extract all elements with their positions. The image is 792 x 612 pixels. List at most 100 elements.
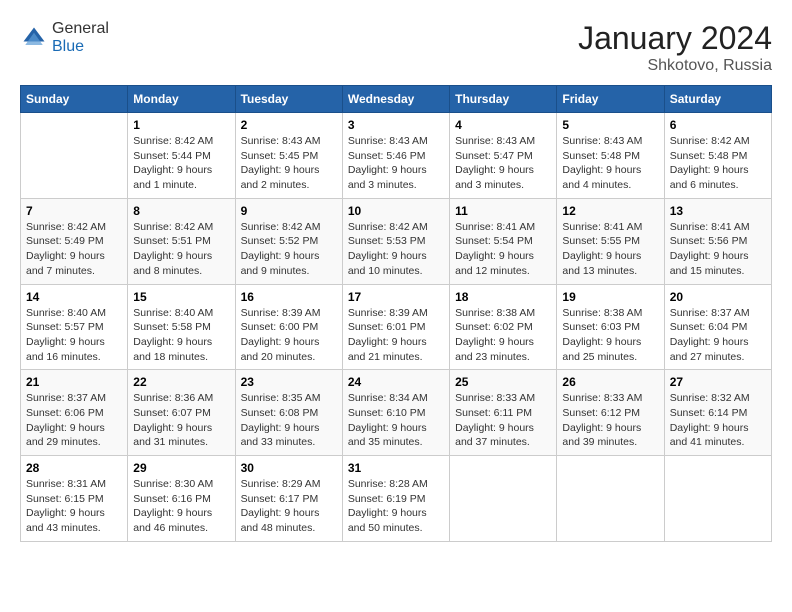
day-info: Sunrise: 8:31 AMSunset: 6:15 PMDaylight:… xyxy=(26,477,122,536)
day-number: 7 xyxy=(26,204,122,218)
calendar-week-row: 21 Sunrise: 8:37 AMSunset: 6:06 PMDayligh… xyxy=(21,370,772,456)
day-number: 6 xyxy=(670,118,766,132)
weekday-header-row: SundayMondayTuesdayWednesdayThursdayFrid… xyxy=(21,86,772,113)
day-number: 9 xyxy=(241,204,337,218)
day-number: 25 xyxy=(455,375,551,389)
calendar-cell: 18 Sunrise: 8:38 AMSunset: 6:02 PMDayligh… xyxy=(450,284,557,370)
day-info: Sunrise: 8:35 AMSunset: 6:08 PMDaylight:… xyxy=(241,391,337,450)
day-info: Sunrise: 8:40 AMSunset: 5:57 PMDaylight:… xyxy=(26,306,122,365)
day-info: Sunrise: 8:41 AMSunset: 5:54 PMDaylight:… xyxy=(455,220,551,279)
calendar-cell: 2 Sunrise: 8:43 AMSunset: 5:45 PMDaylight… xyxy=(235,113,342,199)
day-number: 8 xyxy=(133,204,229,218)
calendar-cell: 24 Sunrise: 8:34 AMSunset: 6:10 PMDayligh… xyxy=(342,370,449,456)
page-header: General Blue January 2024 Shkotovo, Russ… xyxy=(20,20,772,75)
day-number: 21 xyxy=(26,375,122,389)
day-info: Sunrise: 8:33 AMSunset: 6:11 PMDaylight:… xyxy=(455,391,551,450)
weekday-header: Thursday xyxy=(450,86,557,113)
calendar-cell: 31 Sunrise: 8:28 AMSunset: 6:19 PMDayligh… xyxy=(342,456,449,542)
day-info: Sunrise: 8:33 AMSunset: 6:12 PMDaylight:… xyxy=(562,391,658,450)
day-number: 11 xyxy=(455,204,551,218)
day-number: 27 xyxy=(670,375,766,389)
day-number: 12 xyxy=(562,204,658,218)
day-number: 10 xyxy=(348,204,444,218)
day-number: 13 xyxy=(670,204,766,218)
day-number: 31 xyxy=(348,461,444,475)
calendar-cell: 1Sunrise: 8:42 AMSunset: 5:44 PMDaylight… xyxy=(128,113,235,199)
calendar-cell: 17 Sunrise: 8:39 AMSunset: 6:01 PMDayligh… xyxy=(342,284,449,370)
day-number: 26 xyxy=(562,375,658,389)
calendar-cell: 4 Sunrise: 8:43 AMSunset: 5:47 PMDaylight… xyxy=(450,113,557,199)
calendar-cell: 19Sunrise: 8:38 AMSunset: 6:03 PMDayligh… xyxy=(557,284,664,370)
weekday-header: Sunday xyxy=(21,86,128,113)
calendar-table: SundayMondayTuesdayWednesdayThursdayFrid… xyxy=(20,85,772,542)
calendar-cell: 6 Sunrise: 8:42 AMSunset: 5:48 PMDaylight… xyxy=(664,113,771,199)
day-number: 28 xyxy=(26,461,122,475)
calendar-cell: 10 Sunrise: 8:42 AMSunset: 5:53 PMDayligh… xyxy=(342,198,449,284)
logo-general-text: General xyxy=(52,20,109,37)
calendar-cell: 22Sunrise: 8:36 AMSunset: 6:07 PMDayligh… xyxy=(128,370,235,456)
day-info: Sunrise: 8:39 AMSunset: 6:01 PMDaylight:… xyxy=(348,306,444,365)
title-block: January 2024 Shkotovo, Russia xyxy=(578,20,772,75)
weekday-header: Saturday xyxy=(664,86,771,113)
day-number: 29 xyxy=(133,461,229,475)
day-info: Sunrise: 8:42 AMSunset: 5:51 PMDaylight:… xyxy=(133,220,229,279)
calendar-week-row: 1Sunrise: 8:42 AMSunset: 5:44 PMDaylight… xyxy=(21,113,772,199)
day-info: Sunrise: 8:34 AMSunset: 6:10 PMDaylight:… xyxy=(348,391,444,450)
day-info: Sunrise: 8:32 AMSunset: 6:14 PMDaylight:… xyxy=(670,391,766,450)
calendar-week-row: 14Sunrise: 8:40 AMSunset: 5:57 PMDayligh… xyxy=(21,284,772,370)
day-info: Sunrise: 8:42 AMSunset: 5:44 PMDaylight:… xyxy=(133,134,229,193)
calendar-cell: 7 Sunrise: 8:42 AMSunset: 5:49 PMDaylight… xyxy=(21,198,128,284)
month-year-title: January 2024 xyxy=(578,20,772,57)
calendar-cell xyxy=(21,113,128,199)
calendar-cell: 8 Sunrise: 8:42 AMSunset: 5:51 PMDaylight… xyxy=(128,198,235,284)
calendar-cell: 14Sunrise: 8:40 AMSunset: 5:57 PMDayligh… xyxy=(21,284,128,370)
day-info: Sunrise: 8:42 AMSunset: 5:49 PMDaylight:… xyxy=(26,220,122,279)
calendar-cell: 21 Sunrise: 8:37 AMSunset: 6:06 PMDayligh… xyxy=(21,370,128,456)
weekday-header: Friday xyxy=(557,86,664,113)
calendar-cell: 26 Sunrise: 8:33 AMSunset: 6:12 PMDayligh… xyxy=(557,370,664,456)
day-number: 16 xyxy=(241,290,337,304)
logo-text: General Blue xyxy=(52,20,109,56)
day-number: 20 xyxy=(670,290,766,304)
day-info: Sunrise: 8:37 AMSunset: 6:06 PMDaylight:… xyxy=(26,391,122,450)
day-info: Sunrise: 8:39 AMSunset: 6:00 PMDaylight:… xyxy=(241,306,337,365)
calendar-cell xyxy=(450,456,557,542)
day-info: Sunrise: 8:42 AMSunset: 5:53 PMDaylight:… xyxy=(348,220,444,279)
day-info: Sunrise: 8:41 AMSunset: 5:55 PMDaylight:… xyxy=(562,220,658,279)
weekday-header: Tuesday xyxy=(235,86,342,113)
calendar-cell: 25 Sunrise: 8:33 AMSunset: 6:11 PMDayligh… xyxy=(450,370,557,456)
day-info: Sunrise: 8:43 AMSunset: 5:48 PMDaylight:… xyxy=(562,134,658,193)
day-info: Sunrise: 8:38 AMSunset: 6:02 PMDaylight:… xyxy=(455,306,551,365)
calendar-cell: 12 Sunrise: 8:41 AMSunset: 5:55 PMDayligh… xyxy=(557,198,664,284)
calendar-cell: 27 Sunrise: 8:32 AMSunset: 6:14 PMDayligh… xyxy=(664,370,771,456)
calendar-cell xyxy=(557,456,664,542)
calendar-cell: 28 Sunrise: 8:31 AMSunset: 6:15 PMDayligh… xyxy=(21,456,128,542)
day-number: 2 xyxy=(241,118,337,132)
calendar-cell: 20 Sunrise: 8:37 AMSunset: 6:04 PMDayligh… xyxy=(664,284,771,370)
day-info: Sunrise: 8:43 AMSunset: 5:46 PMDaylight:… xyxy=(348,134,444,193)
calendar-cell: 23Sunrise: 8:35 AMSunset: 6:08 PMDayligh… xyxy=(235,370,342,456)
day-info: Sunrise: 8:42 AMSunset: 5:48 PMDaylight:… xyxy=(670,134,766,193)
day-number: 5 xyxy=(562,118,658,132)
calendar-cell: 29Sunrise: 8:30 AMSunset: 6:16 PMDayligh… xyxy=(128,456,235,542)
day-number: 4 xyxy=(455,118,551,132)
day-number: 3 xyxy=(348,118,444,132)
day-number: 24 xyxy=(348,375,444,389)
weekday-header: Wednesday xyxy=(342,86,449,113)
day-number: 19 xyxy=(562,290,658,304)
day-number: 18 xyxy=(455,290,551,304)
logo-icon xyxy=(20,24,48,52)
calendar-cell: 30Sunrise: 8:29 AMSunset: 6:17 PMDayligh… xyxy=(235,456,342,542)
calendar-week-row: 28 Sunrise: 8:31 AMSunset: 6:15 PMDayligh… xyxy=(21,456,772,542)
logo-blue-text: Blue xyxy=(52,38,84,55)
day-info: Sunrise: 8:43 AMSunset: 5:47 PMDaylight:… xyxy=(455,134,551,193)
day-info: Sunrise: 8:42 AMSunset: 5:52 PMDaylight:… xyxy=(241,220,337,279)
calendar-cell: 15Sunrise: 8:40 AMSunset: 5:58 PMDayligh… xyxy=(128,284,235,370)
day-number: 30 xyxy=(241,461,337,475)
day-info: Sunrise: 8:28 AMSunset: 6:19 PMDaylight:… xyxy=(348,477,444,536)
day-info: Sunrise: 8:37 AMSunset: 6:04 PMDaylight:… xyxy=(670,306,766,365)
day-number: 17 xyxy=(348,290,444,304)
day-info: Sunrise: 8:43 AMSunset: 5:45 PMDaylight:… xyxy=(241,134,337,193)
calendar-cell: 16 Sunrise: 8:39 AMSunset: 6:00 PMDayligh… xyxy=(235,284,342,370)
day-number: 15 xyxy=(133,290,229,304)
